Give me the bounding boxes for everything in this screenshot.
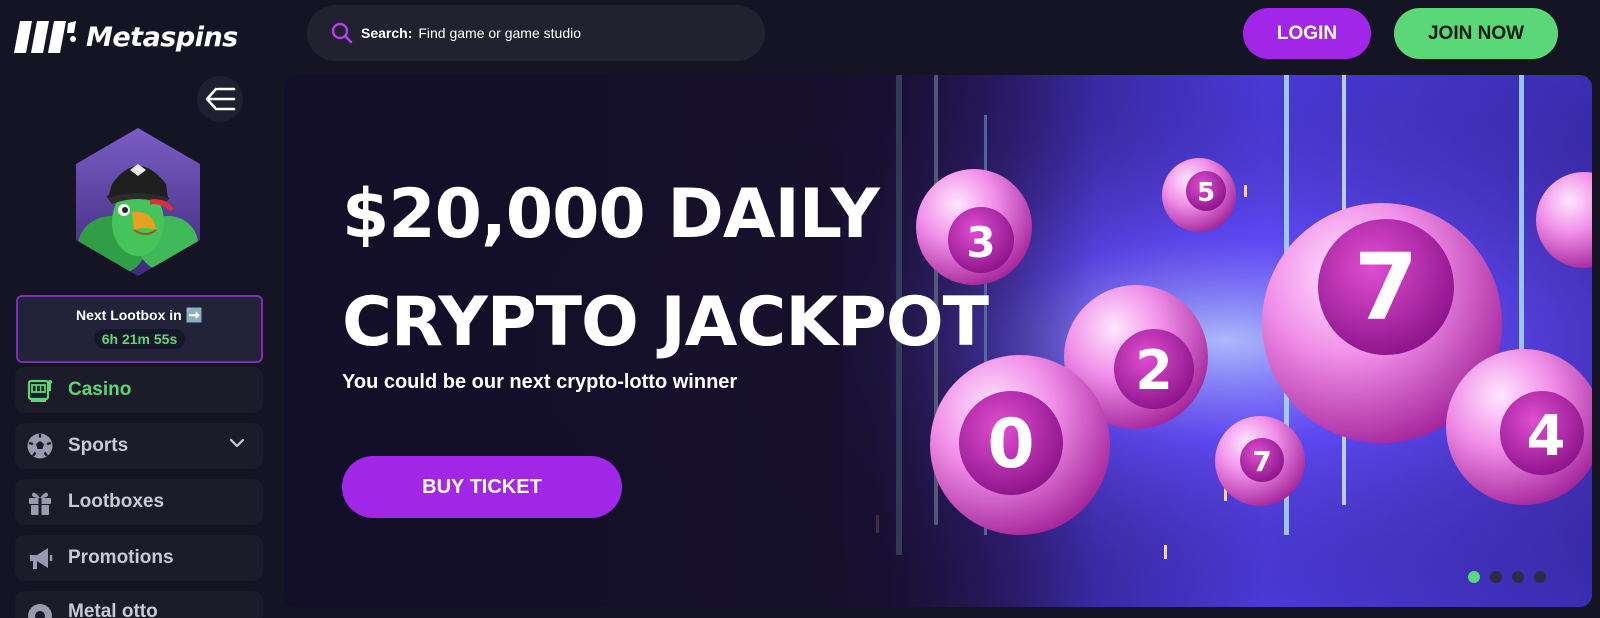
banner-headline-line1: $20,000 DAILY (342, 175, 880, 254)
sidebar: Next Lootbox in ➡️ 6h 21m 55s Casino Spo… (0, 72, 280, 618)
banner-headline-line2: CRYPTO JACKPOT (342, 283, 989, 362)
banner-headline: $20,000 DAILY CRYPTO JACKPOT (342, 161, 989, 377)
svg-text:4: 4 (1527, 404, 1566, 469)
banner-subtitle: You could be our next crypto-lotto winne… (342, 371, 738, 393)
join-now-button[interactable]: JOIN NOW (1394, 8, 1558, 59)
buy-ticket-button[interactable]: BUY TICKET (342, 456, 622, 518)
nav-item-metal-lotto[interactable]: Metal otto (15, 591, 263, 618)
nav-label-lootboxes: Lootboxes (68, 491, 165, 512)
nav-item-promotions[interactable]: Promotions (15, 535, 263, 581)
nav-label-casino: Casino (68, 379, 132, 400)
search-bar[interactable]: Search: (307, 5, 765, 61)
chevron-down-icon[interactable] (229, 438, 245, 448)
search-input[interactable] (418, 25, 739, 41)
lootbox-title: Next Lootbox in ➡️ (75, 307, 204, 323)
svg-text:0: 0 (987, 405, 1034, 484)
carousel-dots (1468, 571, 1546, 583)
svg-text:7: 7 (1354, 234, 1418, 341)
carousel-dot-2[interactable] (1490, 571, 1502, 583)
top-header: Metaspins Search: LOGIN JOIN NOW (0, 0, 1600, 72)
nav-item-sports[interactable]: Sports (15, 423, 263, 469)
svg-text:2: 2 (1135, 339, 1173, 402)
carousel-dot-3[interactable] (1512, 571, 1524, 583)
user-avatar[interactable] (72, 126, 204, 278)
nav-label-sports: Sports (68, 435, 129, 456)
carousel-dot-4[interactable] (1534, 571, 1546, 583)
lotto-icon (25, 601, 55, 618)
login-button[interactable]: LOGIN (1243, 8, 1371, 59)
megaphone-icon (25, 543, 55, 573)
logo-mark-icon (14, 21, 76, 53)
search-label: Search: (361, 25, 413, 41)
nav-item-casino[interactable]: Casino (15, 367, 263, 413)
metaspins-logo[interactable]: Metaspins (14, 18, 238, 56)
gift-icon (25, 487, 55, 517)
ball-7-small: 7 (1215, 416, 1305, 506)
slot-machine-icon (25, 375, 55, 405)
collapse-sidebar-button[interactable] (197, 76, 243, 122)
carousel-dot-1[interactable] (1468, 571, 1480, 583)
menu-collapse-icon (205, 87, 236, 111)
svg-text:5: 5 (1197, 178, 1215, 208)
promo-banner[interactable]: 3 5 7 2 0 7 4 $20,000 DAILY CRYPTO JACKP… (284, 75, 1592, 607)
next-lootbox-card[interactable]: Next Lootbox in ➡️ 6h 21m 55s (16, 295, 263, 363)
brand-name: Metaspins (86, 21, 238, 53)
nav-label-metal-lotto: Metal otto (68, 601, 158, 618)
nav-item-lootboxes[interactable]: Lootboxes (15, 479, 263, 525)
ball-0: 0 (930, 355, 1110, 535)
soccer-ball-icon (25, 431, 55, 461)
ball-5: 5 (1162, 158, 1236, 232)
nav-label-promotions: Promotions (68, 547, 174, 568)
lootbox-countdown: 6h 21m 55s (93, 329, 186, 349)
svg-text:7: 7 (1252, 445, 1271, 478)
search-icon (331, 22, 353, 44)
